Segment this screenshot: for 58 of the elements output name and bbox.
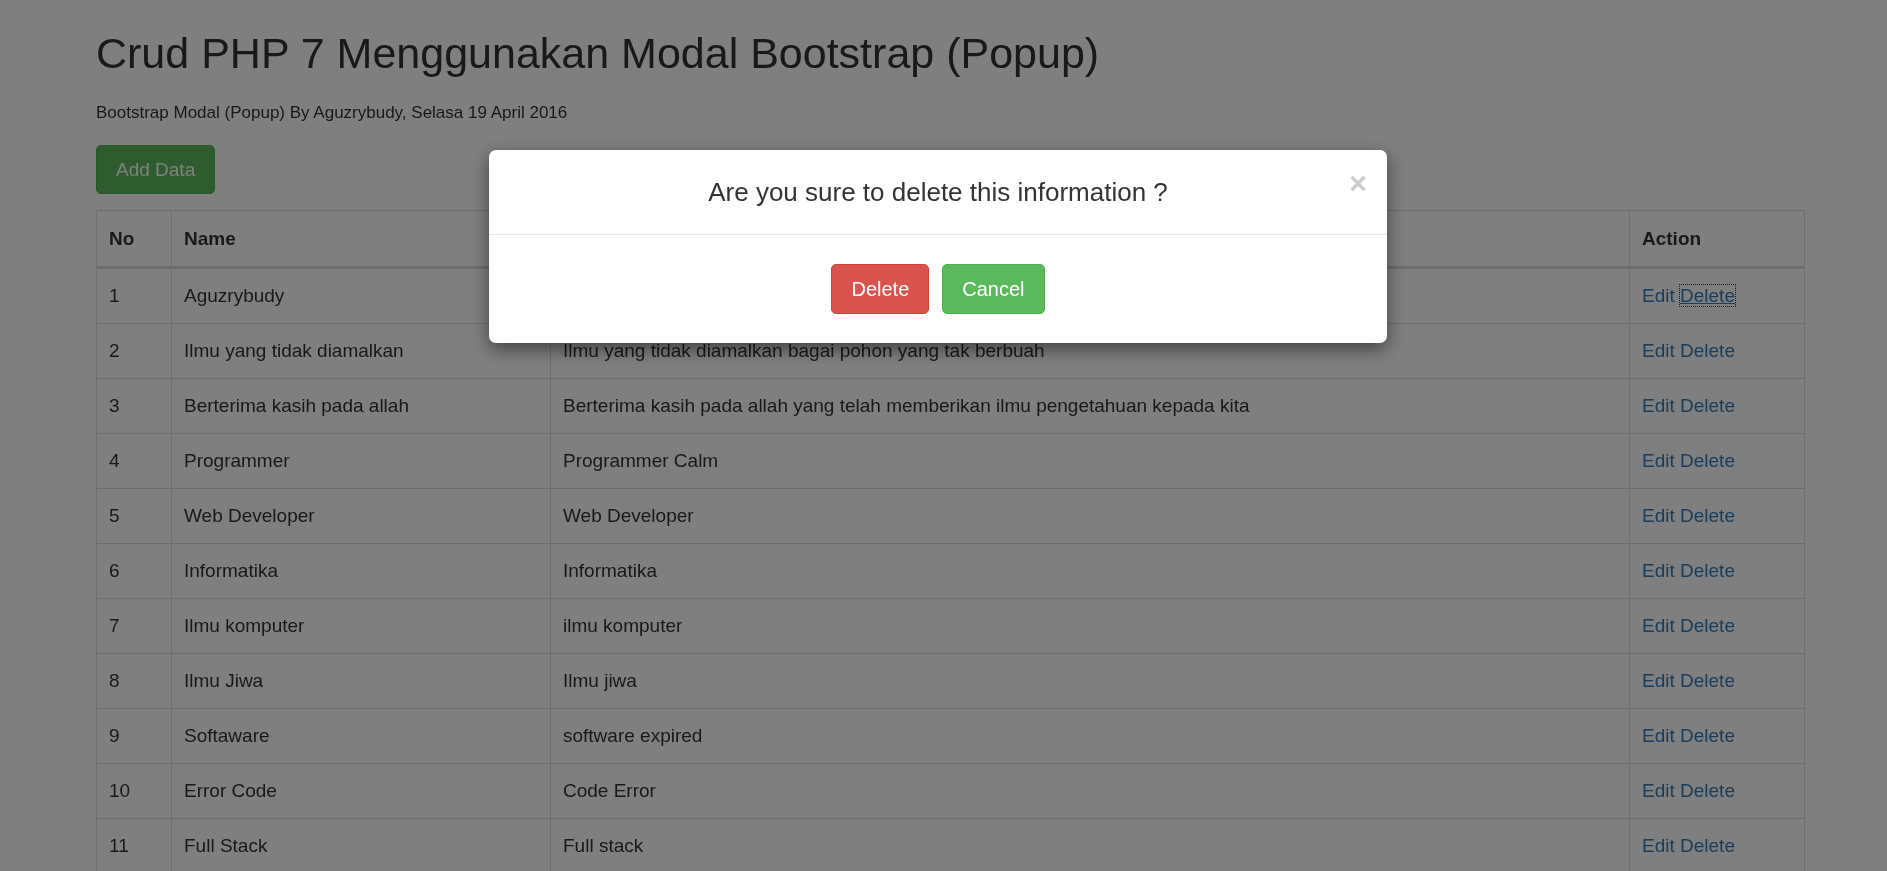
delete-link[interactable]: Delete <box>1680 285 1735 307</box>
delete-link[interactable]: Delete <box>1680 395 1735 417</box>
edit-link[interactable]: Edit <box>1642 725 1675 747</box>
table-cell: 8 <box>96 653 172 709</box>
table-cell: 9 <box>96 708 172 764</box>
table-cell: Informatika <box>550 543 1630 599</box>
edit-link[interactable]: Edit <box>1642 285 1675 307</box>
table-cell: Web Developer <box>171 488 551 544</box>
table-cell: 7 <box>96 598 172 654</box>
table-cell: Berterima kasih pada allah yang telah memberikan ilmu pengetahuan kepada kita <box>550 378 1630 434</box>
table-cell: Ilmu Jiwa <box>171 653 551 709</box>
table-cell: Softaware <box>171 708 551 764</box>
edit-link[interactable]: Edit <box>1642 450 1675 472</box>
delete-link[interactable]: Delete <box>1680 505 1735 527</box>
table-cell: 10 <box>96 763 172 819</box>
delete-link[interactable]: Delete <box>1680 780 1735 802</box>
table-cell: 1 <box>96 267 172 324</box>
page-subtitle: Bootstrap Modal (Popup) By Aguzrybudy, Selasa 19 April 2016 <box>96 102 569 125</box>
delete-link[interactable]: Delete <box>1680 670 1735 692</box>
table-cell: 3 <box>96 378 172 434</box>
close-button[interactable]: × <box>1348 168 1367 199</box>
column-header: No <box>96 210 172 268</box>
page-title: Crud PHP 7 Menggunakan Modal Bootstrap (Popup) <box>96 30 1101 78</box>
dialog-title: Are you sure to delete this information ? <box>708 176 1168 208</box>
table-cell: Code Error <box>550 763 1630 819</box>
delete-button[interactable]: Delete <box>831 264 930 314</box>
delete-link[interactable]: Delete <box>1680 725 1735 747</box>
table-cell: 2 <box>96 323 172 379</box>
table-cell: Informatika <box>171 543 551 599</box>
edit-link[interactable]: Edit <box>1642 670 1675 692</box>
cancel-button[interactable]: Cancel <box>942 264 1045 314</box>
delete-link[interactable]: Delete <box>1680 835 1735 857</box>
edit-link[interactable]: Edit <box>1642 835 1675 857</box>
edit-link[interactable]: Edit <box>1642 340 1675 362</box>
delete-link[interactable]: Delete <box>1680 615 1735 637</box>
table-cell: Berterima kasih pada allah <box>171 378 551 434</box>
table-cell: Programmer Calm <box>550 433 1630 489</box>
table-cell: 4 <box>96 433 172 489</box>
edit-link[interactable]: Edit <box>1642 505 1675 527</box>
add-data-button[interactable]: Add Data <box>96 145 216 195</box>
table-cell: Error Code <box>171 763 551 819</box>
table-cell: ilmu komputer <box>550 598 1630 654</box>
table-cell: 6 <box>96 543 172 599</box>
table-cell: 5 <box>96 488 172 544</box>
column-header: Action <box>1629 210 1805 268</box>
edit-link[interactable]: Edit <box>1642 780 1675 802</box>
table-cell: Programmer <box>171 433 551 489</box>
edit-link[interactable]: Edit <box>1642 560 1675 582</box>
delete-link[interactable]: Delete <box>1680 450 1735 472</box>
table-cell: Ilmu jiwa <box>550 653 1630 709</box>
edit-link[interactable]: Edit <box>1642 615 1675 637</box>
edit-link[interactable]: Edit <box>1642 395 1675 417</box>
table-cell: 11 <box>96 818 172 871</box>
table-cell: Ilmu komputer <box>171 598 551 654</box>
table-cell: Web Developer <box>550 488 1630 544</box>
table-cell: software expired <box>550 708 1630 764</box>
delete-link[interactable]: Delete <box>1680 560 1735 582</box>
delete-link[interactable]: Delete <box>1680 340 1735 362</box>
